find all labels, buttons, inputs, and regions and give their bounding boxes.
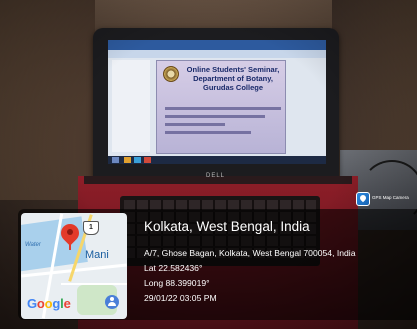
slide-title-line-1: Online Students' Seminar, bbox=[186, 65, 280, 74]
slide-title-line-2: Department of Botany, bbox=[193, 74, 273, 83]
road-shield: 1 bbox=[83, 221, 99, 235]
google-logo-letter: G bbox=[27, 296, 37, 311]
taskbar-app-icon bbox=[134, 157, 141, 163]
gps-app-label: GPS Map Camera bbox=[372, 195, 409, 200]
google-logo-letter: e bbox=[63, 296, 71, 311]
slide-bullet bbox=[165, 123, 225, 126]
photo: Online Students' Seminar, Department of … bbox=[0, 0, 417, 329]
pin-icon bbox=[358, 193, 368, 203]
taskbar-app-icon bbox=[144, 157, 151, 163]
taskbar-app-icon bbox=[124, 157, 131, 163]
pegman-body bbox=[108, 302, 116, 306]
location-longitude: Long 88.399019° bbox=[144, 278, 210, 288]
background-wall-left bbox=[0, 0, 95, 200]
location-latitude: Lat 22.582436° bbox=[144, 263, 203, 273]
map-water-label: Water bbox=[25, 242, 41, 248]
laptop-screen: Online Students' Seminar, Department of … bbox=[108, 40, 326, 164]
google-logo-letter: g bbox=[52, 296, 61, 311]
slide-bullet bbox=[165, 107, 281, 110]
google-logo: Google bbox=[27, 296, 71, 311]
map-area-label: Mani bbox=[85, 249, 109, 261]
slide-bullet bbox=[165, 131, 251, 134]
slide-title-line-3: Gurudas College bbox=[202, 83, 263, 92]
slide-title: Online Students' Seminar, Department of … bbox=[183, 65, 283, 92]
google-logo-letter: o bbox=[36, 296, 45, 311]
slide-bullet bbox=[165, 115, 265, 118]
college-seal-icon bbox=[163, 66, 179, 82]
location-title: Kolkata, West Bengal, India bbox=[144, 219, 310, 234]
app-ribbon bbox=[108, 50, 326, 58]
location-address: A/7, Ghose Bagan, Kolkata, West Bengal 7… bbox=[144, 248, 356, 258]
location-datetime: 29/01/22 03:05 PM bbox=[144, 293, 217, 303]
slide-thumbnail-pane bbox=[112, 60, 150, 152]
map-thumbnail: Water 1 Mani Google bbox=[21, 213, 127, 319]
presentation-slide: Online Students' Seminar, Department of … bbox=[156, 60, 286, 154]
gps-map-camera-icon bbox=[356, 192, 370, 206]
laptop-brand-logo: DELL bbox=[206, 173, 226, 179]
pegman-head bbox=[110, 297, 114, 301]
app-titlebar bbox=[108, 40, 326, 50]
map-pin-center bbox=[67, 229, 73, 235]
start-icon bbox=[112, 157, 119, 163]
map-pin-stem bbox=[69, 242, 71, 250]
